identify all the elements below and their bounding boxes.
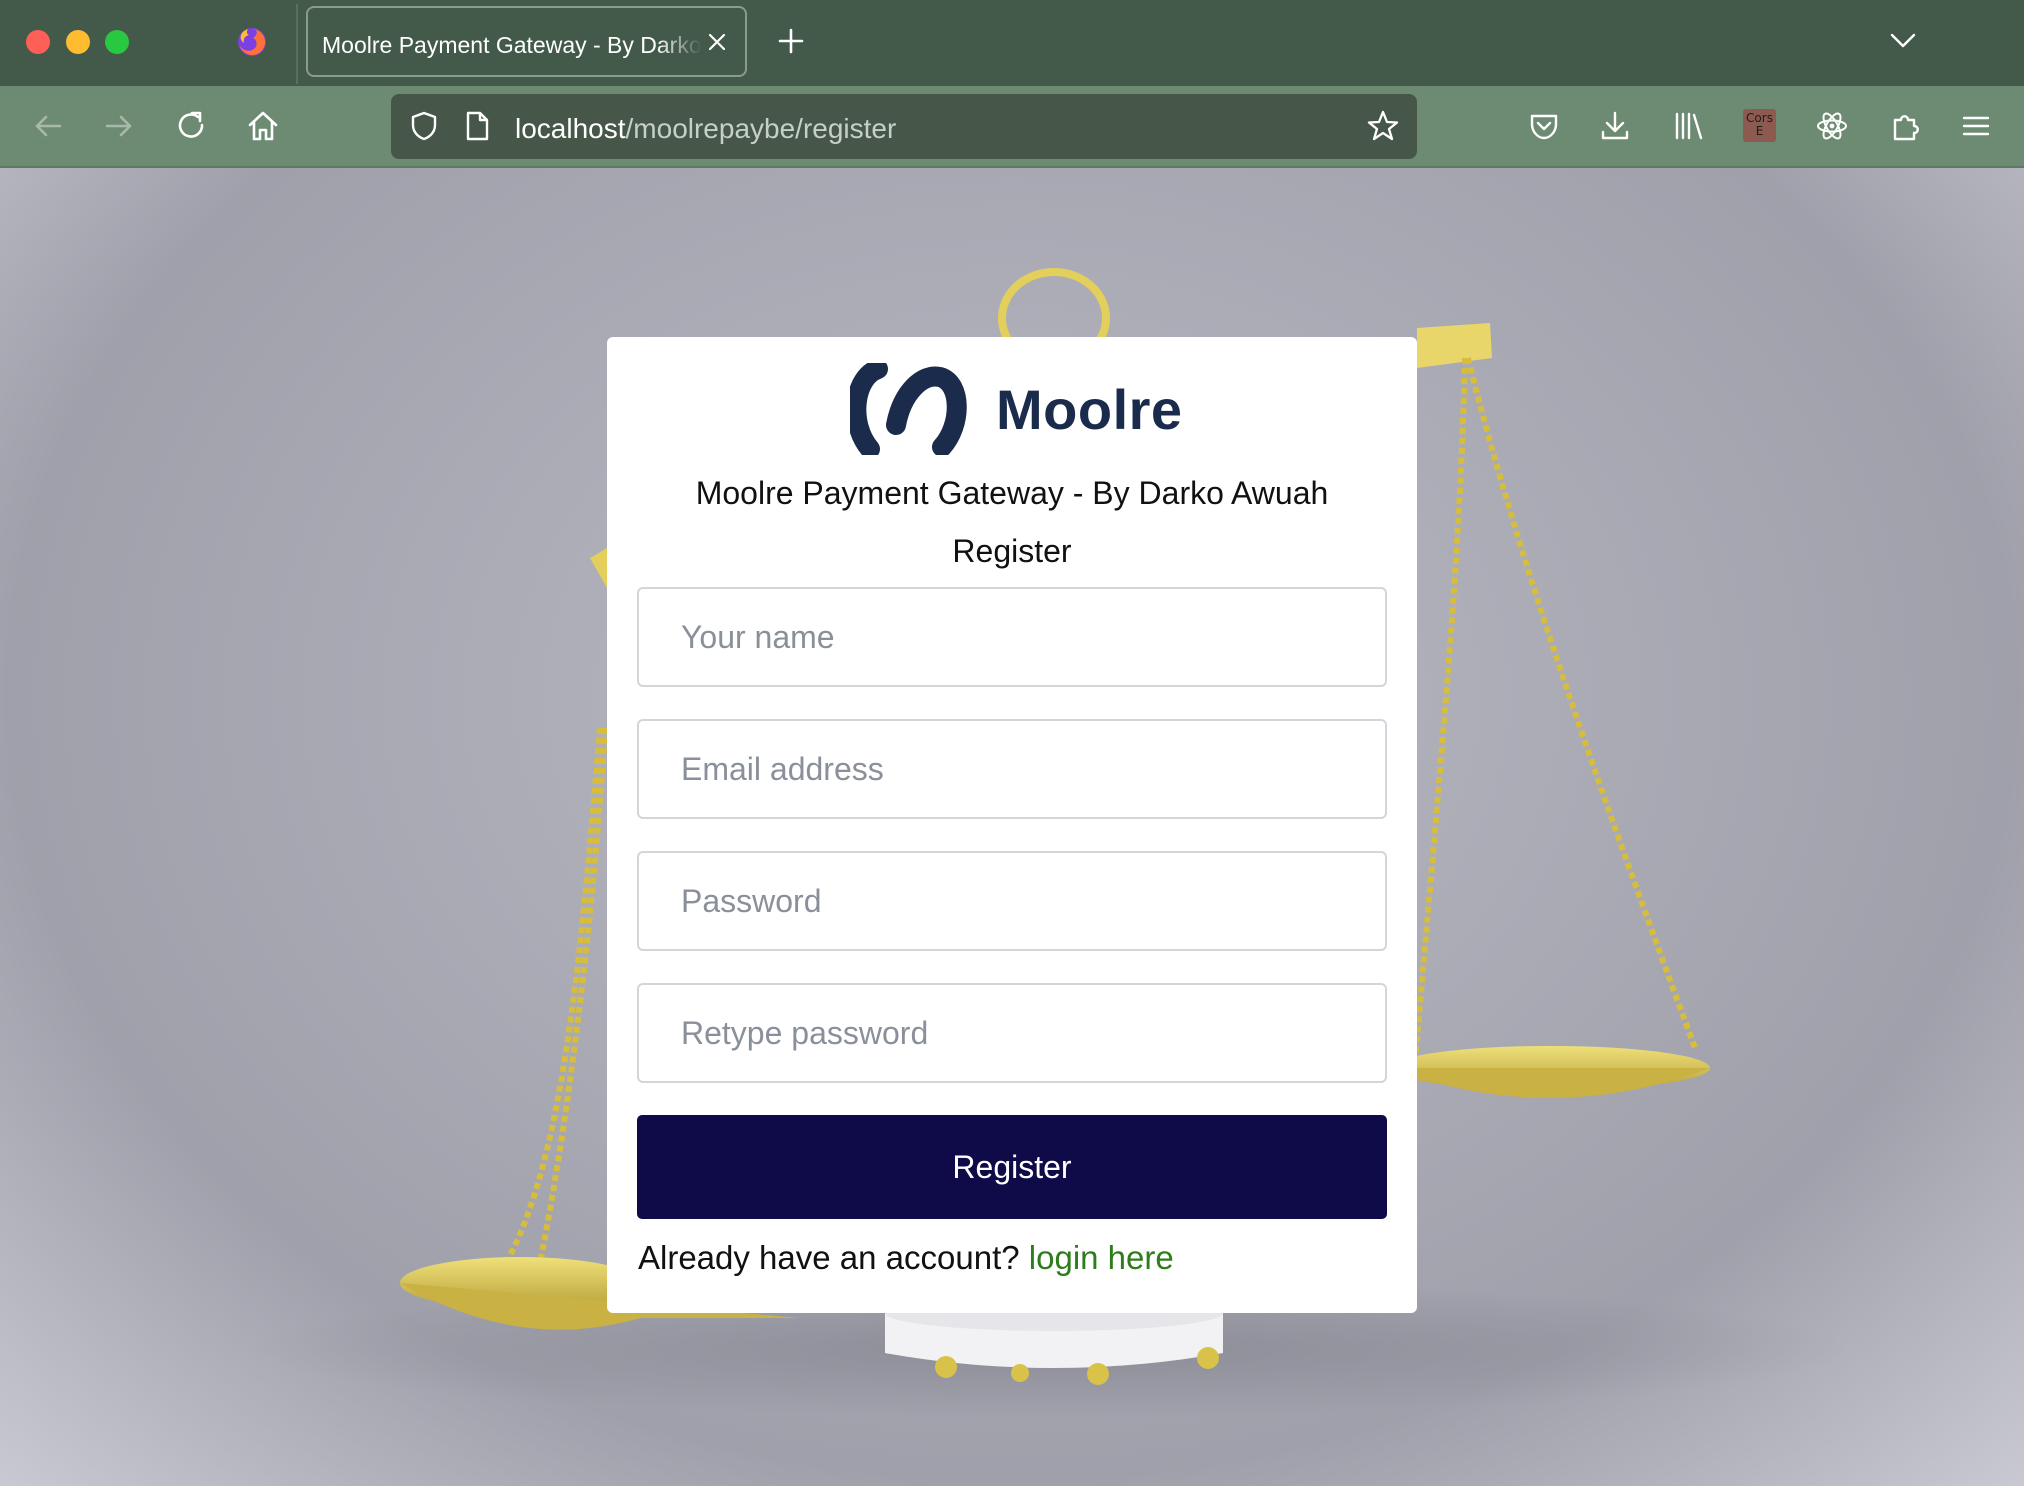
login-link[interactable]: login here [1029,1239,1174,1276]
forward-icon[interactable] [101,108,137,144]
tab-title: Moolre Payment Gateway - By Darko Awuah [322,32,702,58]
address-bar[interactable]: localhost/moolrepaybe/register [391,94,1417,159]
cors-extension-button[interactable]: Cors E [1743,109,1776,142]
back-icon[interactable] [30,108,66,144]
download-icon[interactable] [1597,108,1633,144]
extensions-icon[interactable] [1887,108,1923,144]
pocket-icon[interactable] [1526,108,1562,144]
reload-icon[interactable] [173,108,209,144]
retype-password-input[interactable] [637,983,1387,1083]
login-prompt-text: Already have an account? [638,1239,1020,1276]
moolre-logo-icon [850,363,967,455]
email-input[interactable] [637,719,1387,819]
browser-titlebar: Moolre Payment Gateway - By Darko Awuah [0,0,2024,86]
login-prompt: Already have an account? login here [638,1239,1174,1277]
react-devtools-icon[interactable] [1814,108,1850,144]
new-tab-icon[interactable] [776,26,806,56]
zoom-window-button[interactable] [105,30,129,54]
url-host: localhost [515,113,626,144]
minimize-window-button[interactable] [66,30,90,54]
library-icon[interactable] [1670,108,1706,144]
menu-icon[interactable] [1958,108,1994,144]
close-tab-icon[interactable] [705,30,729,54]
url-path: /moolrepaybe/register [625,113,897,144]
form-title: Register [952,533,1072,569]
close-window-button[interactable] [26,30,50,54]
bookmark-star-icon[interactable] [1366,109,1400,143]
password-input[interactable] [637,851,1387,951]
register-card: Moolre Moolre Payment Gateway - By Darko… [607,337,1417,1313]
page-icon[interactable] [460,109,494,143]
firefox-icon [238,28,266,56]
shield-icon[interactable] [407,109,441,143]
name-input[interactable] [637,587,1387,687]
page-subtitle: Moolre Payment Gateway - By Darko Awuah [695,475,1329,511]
chevron-down-icon[interactable] [1888,28,1918,52]
browser-toolbar: localhost/moolrepaybe/register [0,86,2024,168]
register-button[interactable]: Register [637,1115,1387,1219]
tab-strip-divider [296,4,298,84]
page-viewport: Moolre Moolre Payment Gateway - By Darko… [0,168,2024,1486]
tab-active[interactable]: Moolre Payment Gateway - By Darko Awuah [306,6,747,77]
home-icon[interactable] [245,108,281,144]
brand-name: Moolre [996,378,1183,441]
url-text[interactable]: localhost/moolrepaybe/register [515,113,896,145]
